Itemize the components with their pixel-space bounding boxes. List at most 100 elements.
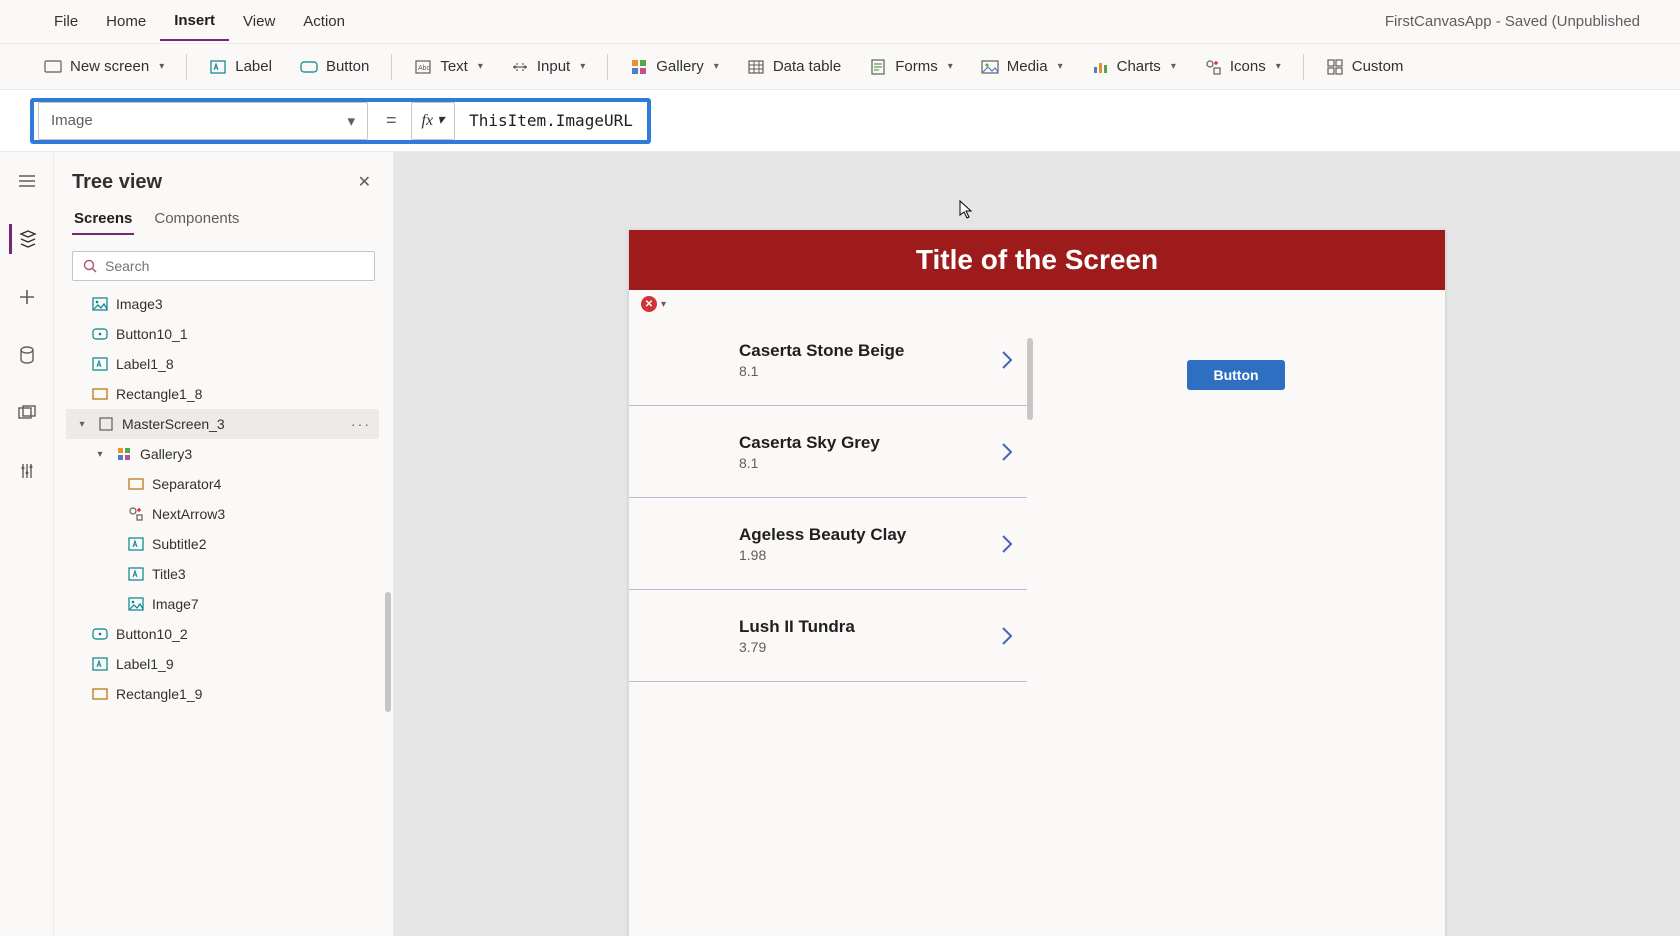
- chevron-down-icon: ▾: [74, 416, 90, 432]
- formula-input[interactable]: ThisItem.ImageURL: [455, 102, 647, 140]
- screen-title-bar[interactable]: Title of the Screen: [629, 230, 1445, 290]
- design-canvas[interactable]: Title of the Screen ✕ ▾ Caserta Stone Be…: [629, 230, 1445, 936]
- media-button[interactable]: Media ▾: [967, 52, 1077, 82]
- charts-button[interactable]: Charts ▾: [1077, 52, 1190, 82]
- label-icon: [209, 58, 227, 76]
- rect-icon: [92, 386, 108, 402]
- next-arrow-icon[interactable]: [1001, 534, 1013, 554]
- more-icon[interactable]: ···: [351, 416, 371, 432]
- scrollbar-thumb[interactable]: [385, 592, 391, 712]
- input-button[interactable]: Input ▾: [497, 52, 599, 82]
- tree-item-rectangle1-9[interactable]: Rectangle1_9: [66, 679, 379, 709]
- custom-button[interactable]: Custom: [1312, 52, 1418, 82]
- scrollbar-thumb[interactable]: [1027, 338, 1033, 420]
- menu-view[interactable]: View: [229, 3, 289, 40]
- left-rail: [0, 152, 54, 936]
- tree-item-separator4[interactable]: Separator4: [66, 469, 379, 499]
- tree-list: Image3 Button10_1Label1_8Rectangle1_8▾Mas…: [66, 289, 381, 936]
- close-icon[interactable]: ✕: [354, 168, 375, 196]
- data-table-button[interactable]: Data table: [733, 52, 855, 82]
- advanced-rail-icon[interactable]: [9, 456, 45, 486]
- next-arrow-icon[interactable]: [1001, 442, 1013, 462]
- tree-item-subtitle2[interactable]: Subtitle2: [66, 529, 379, 559]
- menu-action[interactable]: Action: [289, 3, 359, 40]
- tree-view-title: Tree view: [72, 171, 162, 194]
- gallery-item[interactable]: Lush II Tundra3.79: [629, 590, 1027, 682]
- menu-file[interactable]: File: [40, 3, 92, 40]
- chevron-down-icon: ▾: [948, 61, 953, 72]
- chevron-down-icon: ▾: [1171, 61, 1176, 72]
- tree-view-panel: Tree view ✕ Screens Components Image3 But…: [54, 152, 394, 936]
- tree-item-label: Subtitle2: [152, 536, 206, 552]
- media-rail-icon[interactable]: [9, 398, 45, 428]
- data-table-button-label: Data table: [773, 58, 841, 75]
- label-icon: [92, 656, 108, 672]
- tree-item-label: Image3: [116, 296, 163, 312]
- formula-input-rest[interactable]: [651, 102, 1650, 140]
- next-arrow-icon[interactable]: [1001, 626, 1013, 646]
- tree-view-rail-icon[interactable]: [9, 224, 45, 254]
- fx-button[interactable]: fx ▾: [411, 102, 456, 140]
- forms-button[interactable]: Forms ▾: [855, 52, 967, 82]
- gallery-item[interactable]: Caserta Stone Beige8.1: [629, 314, 1027, 406]
- gallery-item-subtitle: 3.79: [739, 639, 855, 655]
- chevron-down-icon: ▾: [580, 61, 585, 72]
- button-icon: [92, 626, 108, 642]
- search-icon: [83, 259, 97, 273]
- gallery-control[interactable]: ✕ ▾ Caserta Stone Beige8.1Caserta Sky Gr…: [629, 290, 1027, 682]
- label-button[interactable]: Label: [195, 52, 286, 82]
- menu-insert[interactable]: Insert: [160, 2, 229, 41]
- chevron-down-icon: ▾: [437, 112, 444, 129]
- icons-button[interactable]: Icons ▾: [1190, 52, 1295, 82]
- tree-item-button10-1[interactable]: Button10_1: [66, 319, 379, 349]
- tab-components[interactable]: Components: [152, 204, 241, 235]
- property-selector-value: Image: [51, 112, 93, 129]
- property-selector[interactable]: Image ▾: [38, 102, 368, 140]
- tree-item-title3[interactable]: Title3: [66, 559, 379, 589]
- chevron-down-icon: ▾: [1276, 61, 1281, 72]
- chevron-down-icon: ▾: [92, 446, 108, 462]
- media-icon: [981, 58, 999, 76]
- tree-item-rectangle1-8[interactable]: Rectangle1_8: [66, 379, 379, 409]
- error-badge-icon: ✕: [641, 296, 657, 312]
- rect-icon: [92, 686, 108, 702]
- media-button-label: Media: [1007, 58, 1048, 75]
- tree-item-image7[interactable]: Image7: [66, 589, 379, 619]
- gallery-item[interactable]: Caserta Sky Grey8.1: [629, 406, 1027, 498]
- next-arrow-icon[interactable]: [1001, 350, 1013, 370]
- add-rail-icon[interactable]: [9, 282, 45, 312]
- tree-item-button10-2[interactable]: Button10_2: [66, 619, 379, 649]
- tree-item-label1-9[interactable]: Label1_9: [66, 649, 379, 679]
- text-button[interactable]: Abc Text ▾: [400, 52, 497, 82]
- icons-icon: [1204, 58, 1222, 76]
- button-ribbon-label: Button: [326, 58, 369, 75]
- text-icon: Abc: [414, 58, 432, 76]
- gallery-button[interactable]: Gallery ▾: [616, 52, 733, 82]
- tree-item-nextarrow3[interactable]: NextArrow3: [66, 499, 379, 529]
- ribbon-separator: [391, 54, 392, 80]
- tab-screens[interactable]: Screens: [72, 204, 134, 235]
- chevron-down-icon: ▾: [1058, 61, 1063, 72]
- tree-item-gallery3[interactable]: ▾Gallery3: [66, 439, 379, 469]
- gallery-item[interactable]: Ageless Beauty Clay1.98: [629, 498, 1027, 590]
- button-ribbon-button[interactable]: Button: [286, 52, 383, 82]
- new-screen-button[interactable]: New screen ▾: [30, 52, 178, 82]
- chevron-down-icon: ▾: [159, 61, 164, 72]
- menu-home[interactable]: Home: [92, 3, 160, 40]
- ribbon-separator: [607, 54, 608, 80]
- ribbon-separator: [186, 54, 187, 80]
- equals-sign: =: [372, 110, 411, 131]
- ribbon-separator: [1303, 54, 1304, 80]
- chart-icon: [1091, 58, 1109, 76]
- gallery-button-label: Gallery: [656, 58, 704, 75]
- icons-icon: [128, 506, 144, 522]
- gallery-error-indicator[interactable]: ✕ ▾: [629, 290, 1027, 312]
- tree-search-input[interactable]: [105, 258, 364, 274]
- tree-item-masterscreen-3[interactable]: ▾MasterScreen_3···: [66, 409, 379, 439]
- canvas-button-control[interactable]: Button: [1187, 360, 1284, 390]
- tree-search[interactable]: [72, 251, 375, 281]
- data-rail-icon[interactable]: [9, 340, 45, 370]
- tree-item-image3[interactable]: Image3: [66, 289, 379, 319]
- tree-item-label1-8[interactable]: Label1_8: [66, 349, 379, 379]
- hamburger-icon[interactable]: [9, 166, 45, 196]
